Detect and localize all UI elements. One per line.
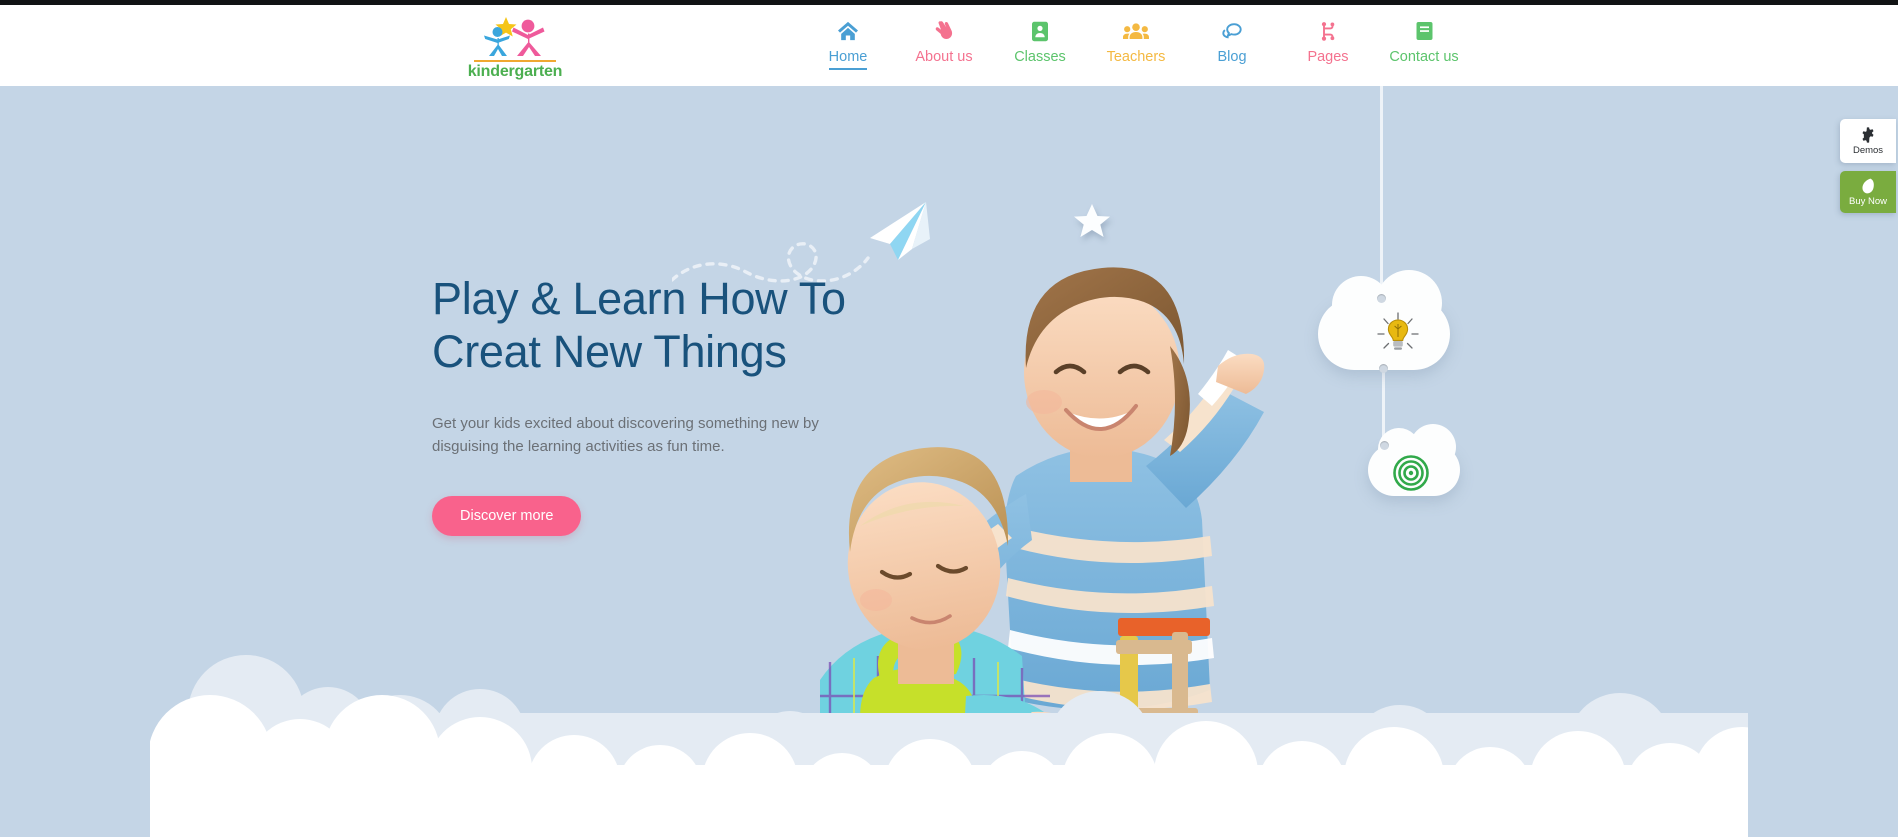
demos-label: Demos	[1852, 144, 1884, 156]
nav-item-classes[interactable]: Classes	[992, 17, 1088, 66]
brand-logo[interactable]: kindergarten	[455, 15, 575, 81]
nav-item-home[interactable]: Home	[800, 17, 896, 70]
hero-subtitle: Get your kids excited about discovering …	[432, 415, 819, 455]
two-children-star-logo-icon	[472, 15, 558, 57]
users-group-icon	[1123, 20, 1149, 42]
site-header: kindergarten Home About us Classes Teach…	[0, 5, 1898, 86]
nav-label-about-us: About us	[915, 49, 973, 65]
book-icon	[1415, 20, 1434, 42]
buy-now-label: Buy Now	[1848, 195, 1887, 207]
main-navigation: Home About us Classes Teachers Blog Page…	[800, 17, 1472, 70]
target-icon	[1392, 454, 1430, 497]
buy-now-button[interactable]: Buy Now	[1840, 171, 1896, 213]
nav-item-about-us[interactable]: About us	[896, 17, 992, 66]
demos-button[interactable]: Demos	[1840, 119, 1896, 163]
envato-leaf-icon	[1861, 178, 1876, 194]
cloud-band	[150, 647, 1748, 837]
nav-item-blog[interactable]: Blog	[1184, 17, 1280, 66]
nav-label-teachers: Teachers	[1106, 49, 1166, 65]
home-icon	[837, 20, 859, 42]
logo-divider-rule	[474, 60, 556, 62]
chat-bubbles-icon	[1220, 20, 1244, 42]
peace-hand-icon	[934, 20, 954, 42]
hero-title-line-1: Play & Learn How To	[432, 273, 846, 324]
floating-side-buttons: Demos Buy Now	[1840, 119, 1898, 213]
nav-label-classes: Classes	[1014, 49, 1066, 65]
discover-more-button[interactable]: Discover more	[432, 496, 582, 536]
hero-section: Play & Learn How To Creat New Things Get…	[0, 86, 1898, 837]
nav-label-pages: Pages	[1307, 49, 1349, 65]
cloud-pin-top	[1377, 294, 1386, 303]
sitemap-icon	[1319, 20, 1337, 42]
nav-label-contact-us: Contact us	[1389, 49, 1459, 65]
cloud-pin-bottom	[1379, 364, 1388, 373]
nav-item-pages[interactable]: Pages	[1280, 17, 1376, 66]
nav-label-blog: Blog	[1217, 49, 1247, 65]
page-root: kindergarten Home About us Classes Teach…	[0, 0, 1898, 837]
lightbulb-icon	[1375, 311, 1421, 362]
cloud-pin-target	[1380, 441, 1389, 450]
gear-icon	[1860, 126, 1876, 143]
nav-item-teachers[interactable]: Teachers	[1088, 17, 1184, 66]
nav-label-home: Home	[828, 48, 868, 70]
brand-name: kindergarten	[467, 63, 563, 80]
id-card-icon	[1031, 20, 1049, 42]
nav-item-contact-us[interactable]: Contact us	[1376, 17, 1472, 66]
hero-title-line-2: Creat New Things	[432, 326, 787, 377]
